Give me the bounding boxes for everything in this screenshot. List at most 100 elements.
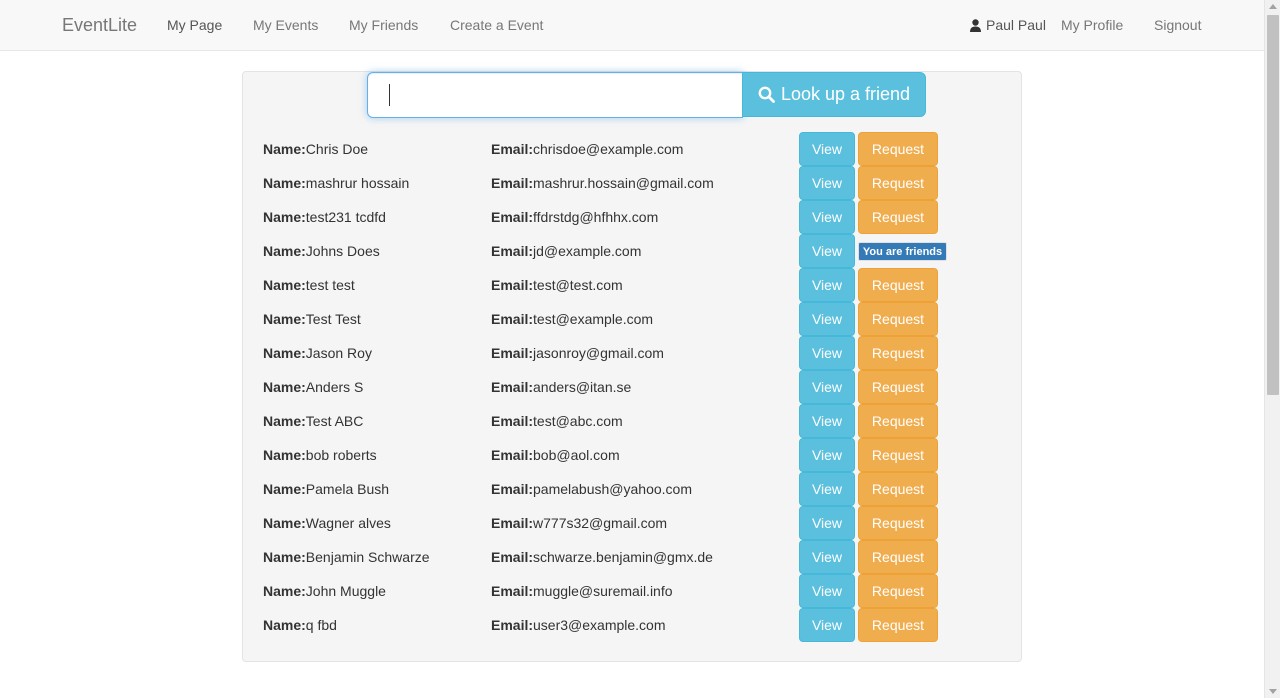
page-scrollbar[interactable] [1264, 0, 1280, 698]
person-email: Email:test@example.com [491, 311, 653, 327]
name-label: Name: [263, 243, 306, 259]
request-button[interactable]: Request [858, 336, 938, 370]
person-name-value: Test Test [305, 311, 361, 327]
email-label: Email: [491, 549, 534, 565]
request-button[interactable]: Request [858, 404, 938, 438]
person-email-value: test@abc.com [533, 413, 623, 429]
list-item: Name:John Muggle Email:muggle@suremail.i… [263, 574, 983, 608]
view-button[interactable]: View [799, 132, 855, 166]
person-name-value: Johns Does [305, 243, 380, 259]
request-button[interactable]: Request [858, 132, 938, 166]
nav-my-profile[interactable]: My Profile [1061, 17, 1123, 33]
person-email-value: jd@example.com [533, 243, 642, 259]
view-button[interactable]: View [799, 302, 855, 336]
view-button[interactable]: View [799, 336, 855, 370]
person-name: Name:test231 tcdfd [263, 209, 386, 225]
view-button[interactable]: View [799, 506, 855, 540]
person-name: Name:Jason Roy [263, 345, 372, 361]
person-name: Name:John Muggle [263, 583, 386, 599]
person-name-value: Chris Doe [305, 141, 369, 157]
request-button[interactable]: Request [858, 540, 938, 574]
person-email: Email:ffdrstdg@hfhhx.com [491, 209, 658, 225]
scroll-thumb[interactable] [1267, 15, 1279, 395]
email-label: Email: [491, 141, 534, 157]
person-email-value: jasonroy@gmail.com [533, 345, 664, 361]
person-name-value: Test ABC [305, 413, 364, 429]
person-name-value: Benjamin Schwarze [305, 549, 430, 565]
view-button[interactable]: View [799, 472, 855, 506]
person-email-value: chrisdoe@example.com [533, 141, 684, 157]
name-label: Name: [263, 549, 306, 565]
person-name: Name:test test [263, 277, 355, 293]
view-button[interactable]: View [799, 608, 855, 642]
request-button[interactable]: Request [858, 370, 938, 404]
name-label: Name: [263, 277, 306, 293]
nav-my-friends[interactable]: My Friends [349, 17, 418, 33]
person-name: Name:Pamela Bush [263, 481, 389, 497]
person-email: Email:w777s32@gmail.com [491, 515, 667, 531]
list-item: Name:Anders S Email:anders@itan.se View … [263, 370, 983, 404]
person-email: Email:muggle@suremail.info [491, 583, 673, 599]
person-email-value: pamelabush@yahoo.com [533, 481, 692, 497]
nav-my-events[interactable]: My Events [253, 17, 318, 33]
person-name: Name:bob roberts [263, 447, 377, 463]
view-button[interactable]: View [799, 268, 855, 302]
view-button[interactable]: View [799, 200, 855, 234]
request-button[interactable]: Request [858, 302, 938, 336]
email-label: Email: [491, 209, 534, 225]
list-item: Name:Test Test Email:test@example.com Vi… [263, 302, 983, 336]
view-button[interactable]: View [799, 540, 855, 574]
request-button[interactable]: Request [858, 472, 938, 506]
person-name-value: test231 tcdfd [305, 209, 386, 225]
look-up-friend-button[interactable]: Look up a friend [742, 72, 926, 117]
person-email: Email:anders@itan.se [491, 379, 631, 395]
view-button[interactable]: View [799, 166, 855, 200]
person-name-value: mashrur hossain [305, 175, 410, 191]
name-label: Name: [263, 413, 306, 429]
person-email: Email:jasonroy@gmail.com [491, 345, 664, 361]
scroll-down-icon[interactable] [1269, 689, 1277, 694]
nav-create-event[interactable]: Create a Event [450, 17, 543, 33]
person-email: Email:mashrur.hossain@gmail.com [491, 175, 714, 191]
friend-search-input[interactable] [367, 72, 743, 118]
person-name-value: test test [305, 277, 355, 293]
nav-signout[interactable]: Signout [1154, 17, 1201, 33]
email-label: Email: [491, 583, 534, 599]
scroll-up-icon[interactable] [1269, 4, 1277, 9]
brand-link[interactable]: EventLite [62, 15, 137, 35]
view-button[interactable]: View [799, 574, 855, 608]
list-item: Name:Johns Does Email:jd@example.com Vie… [263, 234, 983, 268]
request-button[interactable]: Request [858, 574, 938, 608]
list-item: Name:bob roberts Email:bob@aol.com View … [263, 438, 983, 472]
view-button[interactable]: View [799, 404, 855, 438]
view-button[interactable]: View [799, 438, 855, 472]
current-user[interactable]: Paul Paul [970, 17, 1046, 33]
request-button[interactable]: Request [858, 506, 938, 540]
view-button[interactable]: View [799, 234, 855, 268]
email-label: Email: [491, 277, 534, 293]
list-item: Name:Benjamin Schwarze Email:schwarze.be… [263, 540, 983, 574]
person-name-value: Anders S [305, 379, 364, 395]
list-item: Name:q fbd Email:user3@example.com View … [263, 608, 983, 642]
person-email: Email:user3@example.com [491, 617, 666, 633]
request-button[interactable]: Request [858, 268, 938, 302]
person-email: Email:test@test.com [491, 277, 623, 293]
request-button[interactable]: Request [858, 608, 938, 642]
person-email-value: w777s32@gmail.com [533, 515, 668, 531]
request-button[interactable]: Request [858, 200, 938, 234]
nav-my-page[interactable]: My Page [167, 17, 222, 33]
person-name-value: John Muggle [305, 583, 386, 599]
person-name-value: Pamela Bush [305, 481, 390, 497]
request-button[interactable]: Request [858, 166, 938, 200]
email-label: Email: [491, 311, 534, 327]
person-email-value: bob@aol.com [533, 447, 620, 463]
person-email-value: test@example.com [533, 311, 654, 327]
request-button[interactable]: Request [858, 438, 938, 472]
name-label: Name: [263, 141, 306, 157]
name-label: Name: [263, 379, 306, 395]
person-name-value: bob roberts [305, 447, 377, 463]
search-icon [758, 86, 775, 103]
name-label: Name: [263, 311, 306, 327]
person-email: Email:pamelabush@yahoo.com [491, 481, 692, 497]
view-button[interactable]: View [799, 370, 855, 404]
